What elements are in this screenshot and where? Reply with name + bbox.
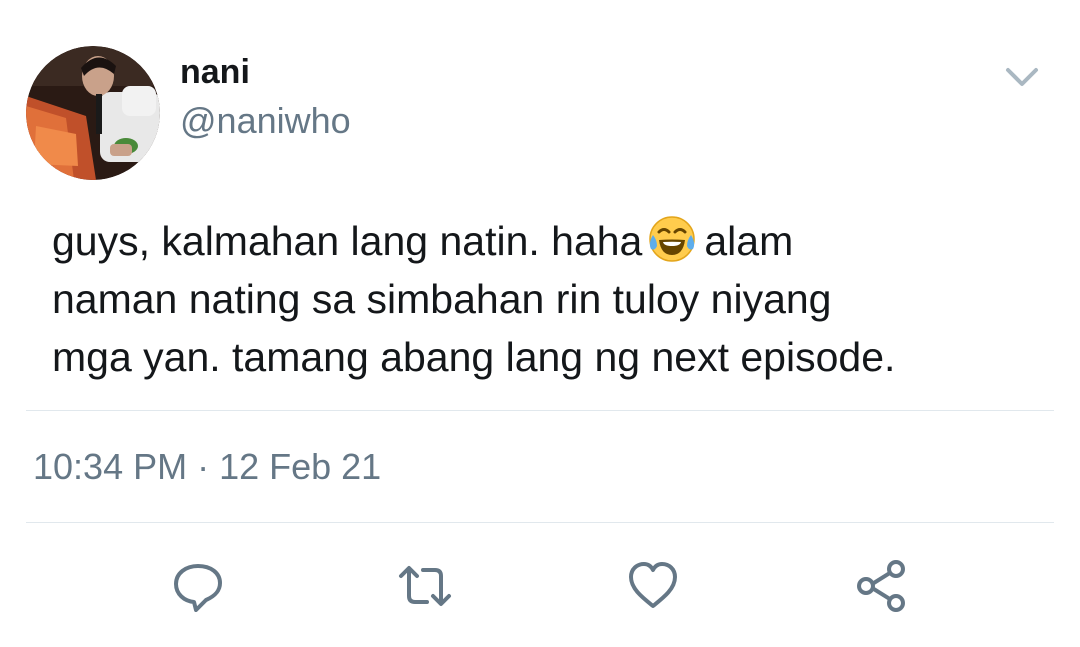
chevron-down-icon[interactable]	[1000, 60, 1044, 96]
face-with-tears-of-joy-icon	[646, 213, 698, 265]
avatar[interactable]	[26, 46, 160, 180]
share-nodes-icon	[857, 560, 905, 612]
speech-bubble-icon	[174, 564, 222, 612]
retweet-arrows-icon	[399, 566, 451, 606]
tweet-text: guys, kalmahan lang natin. haha alam nam…	[52, 212, 1042, 386]
profile-photo	[26, 46, 160, 180]
display-name[interactable]: nani	[180, 50, 250, 94]
tweet-line-text: guys, kalmahan lang natin. haha	[52, 218, 643, 264]
user-handle[interactable]: @naniwho	[180, 98, 351, 144]
timestamp[interactable]: 10:34 PM · 12 Feb 21	[33, 444, 381, 490]
like-button[interactable]	[625, 558, 681, 614]
reply-button[interactable]	[170, 558, 226, 614]
share-button[interactable]	[853, 558, 909, 614]
tweet-line: mga yan. tamang abang lang ng next episo…	[52, 334, 896, 380]
divider	[26, 522, 1054, 523]
divider	[26, 410, 1054, 411]
heart-icon	[629, 562, 677, 608]
retweet-button[interactable]	[397, 558, 453, 614]
tweet-line: guys, kalmahan lang natin. haha alam	[52, 212, 1042, 270]
tweet-line-text: alam	[704, 218, 794, 264]
tweet-line: naman nating sa simbahan rin tuloy niyan…	[52, 276, 832, 322]
